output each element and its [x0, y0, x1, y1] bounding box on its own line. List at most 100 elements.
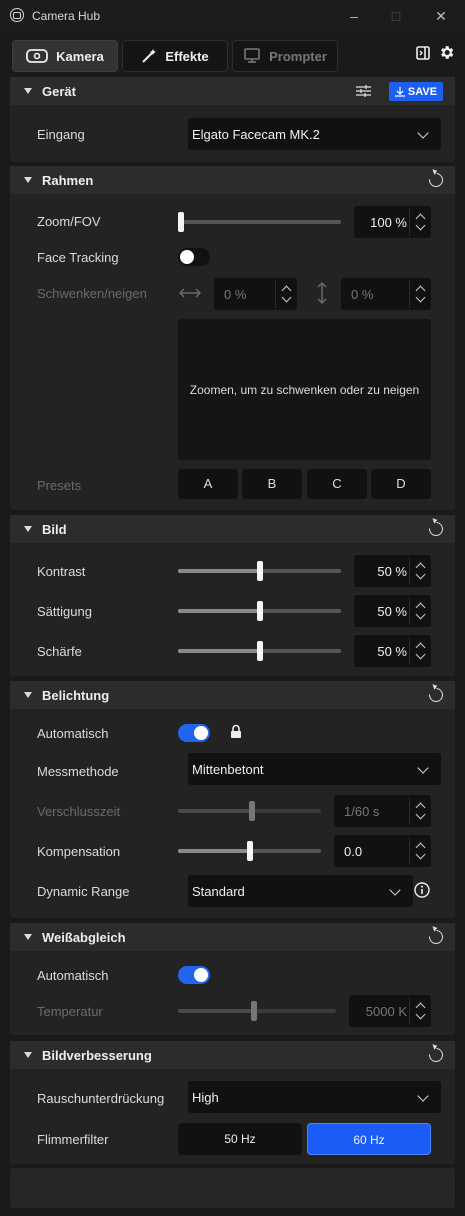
panel-bild: Bild Kontrast 50 % Sättigung 50 % Schärf…	[10, 515, 455, 676]
chevron-down-icon	[415, 849, 426, 860]
close-button[interactable]: ✕	[430, 6, 452, 26]
schaerfe-stepper[interactable]: 50 %	[354, 635, 431, 667]
kompensation-slider-thumb[interactable]	[247, 841, 253, 861]
info-icon[interactable]	[414, 882, 430, 898]
panel-geraet-title: Gerät	[42, 83, 76, 99]
stepper-arrows[interactable]	[409, 595, 431, 627]
input-select[interactable]: Elgato Facecam MK.2	[188, 118, 441, 150]
collapse-triangle-icon	[24, 526, 32, 532]
weiss-auto-label: Automatisch	[37, 968, 109, 983]
flimmerfilter-label: Flimmerfilter	[37, 1132, 109, 1147]
kontrast-label: Kontrast	[37, 564, 86, 579]
schaerfe-slider-fill	[178, 649, 260, 653]
chevron-down-icon	[415, 220, 426, 231]
reset-icon[interactable]	[426, 927, 446, 947]
saettigung-label: Sättigung	[37, 604, 92, 619]
kontrast-slider[interactable]	[178, 561, 341, 581]
top-actions	[416, 44, 455, 61]
save-button[interactable]: SAVE	[389, 82, 443, 101]
lock-icon[interactable]	[230, 724, 242, 739]
schaerfe-slider[interactable]	[178, 641, 341, 661]
collapse-triangle-icon	[24, 177, 32, 183]
kontrast-stepper[interactable]: 50 %	[354, 555, 431, 587]
tilt-stepper[interactable]: 0 %	[341, 278, 431, 310]
verschlusszeit-slider[interactable]	[178, 801, 321, 821]
chevron-down-icon	[415, 569, 426, 580]
messmethode-label: Messmethode	[37, 764, 119, 779]
saettigung-slider-fill	[178, 609, 260, 613]
saettigung-slider-thumb[interactable]	[256, 601, 263, 621]
temperatur-slider[interactable]	[178, 1001, 336, 1021]
panel-belichtung-header[interactable]: Belichtung	[10, 681, 455, 709]
panel-weissabgleich-header[interactable]: Weißabgleich	[10, 923, 455, 951]
preset-b-button[interactable]: B	[242, 469, 302, 499]
tab-kamera[interactable]: Kamera	[12, 40, 118, 72]
panel-bild-header[interactable]: Bild	[10, 515, 455, 543]
tab-prompter[interactable]: Prompter	[232, 40, 338, 72]
horizontal-arrows-icon	[179, 288, 201, 298]
zoom-label: Zoom/FOV	[37, 214, 101, 229]
flimmer-50hz-button[interactable]: 50 Hz	[178, 1123, 302, 1155]
preset-d-button[interactable]: D	[371, 469, 431, 499]
temperatur-slider-thumb[interactable]	[251, 1001, 257, 1021]
saettigung-slider[interactable]	[178, 601, 341, 621]
input-select-value: Elgato Facecam MK.2	[192, 126, 320, 142]
rauschunterdrueckung-select[interactable]: High	[188, 1081, 441, 1113]
panel-rahmen-header[interactable]: Rahmen	[10, 166, 455, 194]
pan-value: 0 %	[224, 287, 247, 302]
tab-effekte[interactable]: Effekte	[122, 40, 228, 72]
preset-a-button[interactable]: A	[178, 469, 238, 499]
schaerfe-label: Schärfe	[37, 644, 82, 659]
verschlusszeit-stepper[interactable]: 1/60 s	[334, 795, 431, 827]
chevron-down-icon	[281, 292, 292, 303]
zoom-slider-thumb[interactable]	[178, 212, 184, 232]
saettigung-stepper[interactable]: 50 %	[354, 595, 431, 627]
maximize-button[interactable]: □	[385, 6, 407, 26]
stepper-arrows[interactable]	[409, 555, 431, 587]
kompensation-stepper[interactable]: 0.0	[334, 835, 431, 867]
preset-c-button[interactable]: C	[307, 469, 367, 499]
flimmer-60hz-button[interactable]: 60 Hz	[307, 1123, 431, 1155]
dynamic-range-select[interactable]: Standard	[188, 875, 413, 907]
temperatur-stepper[interactable]: 5000 K	[349, 995, 431, 1027]
messmethode-select[interactable]: Mittenbetont	[188, 753, 441, 785]
chevron-down-icon	[415, 292, 426, 303]
stepper-arrows[interactable]	[409, 835, 431, 867]
magic-wand-icon	[142, 49, 157, 63]
face-tracking-toggle[interactable]	[178, 248, 210, 266]
stepper-arrows[interactable]	[409, 635, 431, 667]
verschlusszeit-slider-thumb[interactable]	[249, 801, 255, 821]
sliders-adjust-icon[interactable]	[356, 84, 371, 98]
stepper-arrows[interactable]	[409, 795, 431, 827]
stepper-arrows[interactable]	[409, 278, 431, 310]
zoom-slider[interactable]	[178, 212, 341, 232]
reset-icon[interactable]	[426, 519, 446, 539]
temperatur-slider-fill	[178, 1009, 254, 1013]
panel-geraet-header[interactable]: Gerät SAVE	[10, 77, 455, 105]
pan-tilt-preview[interactable]: Zoomen, um zu schwenken oder zu neigen	[178, 319, 431, 460]
schaerfe-slider-thumb[interactable]	[256, 641, 263, 661]
stepper-arrows[interactable]	[409, 995, 431, 1027]
kontrast-slider-thumb[interactable]	[256, 561, 263, 581]
zoom-stepper[interactable]: 100 %	[354, 206, 431, 238]
weiss-auto-toggle[interactable]	[178, 966, 210, 984]
reset-icon[interactable]	[426, 685, 446, 705]
temperatur-value: 5000 K	[365, 1004, 407, 1019]
belichtung-auto-toggle[interactable]	[178, 724, 210, 742]
kompensation-slider[interactable]	[178, 841, 321, 861]
gear-icon[interactable]	[438, 44, 455, 61]
kontrast-slider-fill	[178, 569, 260, 573]
panel-rahmen-title: Rahmen	[42, 172, 94, 188]
panel-bildverbesserung: Bildverbesserung Rauschunterdrückung Hig…	[10, 1041, 455, 1164]
temperatur-label: Temperatur	[37, 1004, 103, 1019]
chevron-down-icon	[415, 1009, 426, 1020]
reset-icon[interactable]	[426, 170, 446, 190]
panel-bildverbesserung-header[interactable]: Bildverbesserung	[10, 1041, 455, 1069]
zoom-value: 100 %	[370, 215, 407, 230]
stepper-arrows[interactable]	[409, 206, 431, 238]
reset-icon[interactable]	[426, 1045, 446, 1065]
minimize-button[interactable]: –	[343, 6, 365, 26]
sidebar-toggle-icon[interactable]	[416, 45, 430, 60]
stepper-arrows[interactable]	[275, 278, 297, 310]
pan-stepper[interactable]: 0 %	[214, 278, 297, 310]
